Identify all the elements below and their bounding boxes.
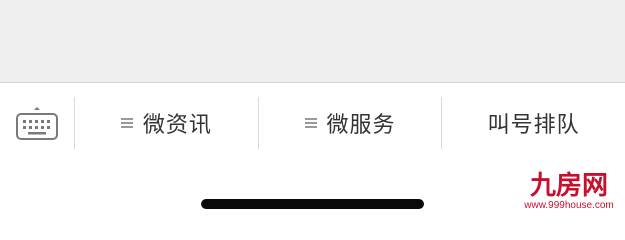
- watermark-logo: 九房网: [529, 171, 608, 201]
- menu-lines-icon: [120, 117, 133, 129]
- watermark-url: www.999house.com: [524, 200, 614, 211]
- bottom-menu-bar: 微资讯 微服务 叫号排队: [0, 83, 625, 163]
- menu-item-label: 微资讯: [142, 113, 212, 138]
- keyboard-toggle-button[interactable]: [0, 97, 74, 149]
- menu-lines-icon: [304, 117, 317, 129]
- message-area: [0, 0, 625, 83]
- wechat-official-account-screen: 微资讯 微服务 叫号排队 九房网 www.999house.com: [0, 0, 625, 221]
- menu-item-news[interactable]: 微资讯: [75, 97, 258, 149]
- home-indicator[interactable]: [201, 199, 424, 209]
- menu-item-queue[interactable]: 叫号排队: [442, 97, 625, 149]
- menu-item-services[interactable]: 微服务: [259, 97, 442, 149]
- keyboard-icon: [15, 105, 59, 141]
- watermark: 九房网 www.999house.com: [519, 172, 619, 212]
- menu-item-label: 微服务: [326, 113, 396, 138]
- menu-item-label: 叫号排队: [487, 113, 580, 138]
